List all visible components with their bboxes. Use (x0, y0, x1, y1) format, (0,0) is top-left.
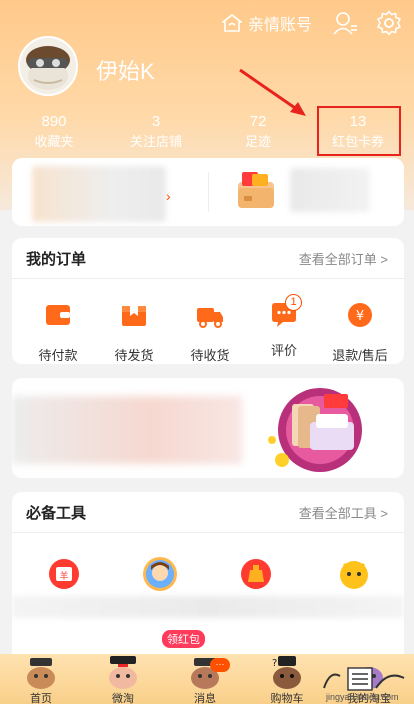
order-review[interactable]: 1 评价 (246, 294, 322, 359)
promo-card: › (12, 158, 404, 226)
gift-banner-image (268, 388, 362, 472)
order-refund[interactable]: ¥ 退款/售后 (322, 300, 398, 364)
orders-card: 我的订单 查看全部订单 > 待付款 待发货 待收货 1 评价 ¥ 退款/售后 (12, 238, 404, 364)
review-badge: 1 (285, 294, 302, 311)
stat-value: 3 (151, 113, 161, 130)
messages-badge: ··· (210, 658, 230, 672)
view-all-tools-link[interactable]: 查看全部工具 > (299, 503, 388, 522)
stat-favorites[interactable]: 890 收藏夹 (4, 112, 104, 152)
svg-text:?: ? (272, 658, 277, 669)
divider (12, 278, 404, 279)
divider (12, 532, 404, 533)
order-label: 评价 (270, 343, 297, 358)
blurred-promo-right[interactable] (290, 168, 370, 212)
avatar[interactable] (18, 36, 78, 96)
calendar-tool-icon[interactable]: 羊 (44, 554, 84, 594)
comment-icon-wrap: 1 (269, 294, 302, 330)
username[interactable]: 伊始K (96, 54, 155, 86)
banner-card[interactable] (12, 378, 404, 478)
tab-label: 微淘 (112, 693, 134, 704)
home-icon (222, 14, 242, 32)
red-packet-tag[interactable]: 领红包 (162, 630, 205, 648)
svg-text:¥: ¥ (356, 309, 364, 324)
svg-text:羊: 羊 (59, 570, 68, 582)
wallet-icon (46, 305, 70, 325)
family-account-label: 亲情账号 (248, 17, 313, 34)
tab-home[interactable]: 首页 (0, 654, 82, 704)
order-label: 待收货 (190, 348, 230, 363)
avatar-image (20, 38, 76, 94)
mascot-tool-icon[interactable] (334, 554, 374, 594)
order-label: 退款/售后 (332, 348, 388, 363)
tab-label: 购物车 (270, 693, 304, 704)
order-label: 待付款 (38, 348, 78, 363)
blurred-promo-left[interactable] (32, 166, 166, 222)
avatar-tool-icon[interactable] (140, 554, 180, 594)
order-pending-payment[interactable]: 待付款 (20, 300, 96, 364)
baidu-logo-icon (323, 667, 405, 691)
top-bar: 亲情账号 (0, 8, 414, 38)
package-icon (122, 306, 146, 326)
stat-label: 收藏夹 (34, 134, 74, 149)
weitao-mascot-icon (109, 656, 137, 689)
wallet-icon[interactable] (234, 170, 278, 212)
stat-footprints[interactable]: 72 足迹 (208, 112, 308, 152)
orders-title: 我的订单 (26, 251, 87, 268)
blurred-banner-text (12, 396, 242, 464)
chevron-right-icon: › (166, 188, 171, 204)
family-account-button[interactable]: 亲情账号 (222, 10, 312, 36)
baidu-watermark: jingyan.baidu.com (318, 664, 410, 702)
coupons-highlight-box (317, 106, 401, 156)
blurred-tool-labels (12, 596, 404, 618)
money-bag-tool-icon[interactable] (236, 554, 276, 594)
stat-label: 足迹 (244, 134, 271, 149)
stat-value: 890 (41, 113, 67, 130)
watermark-text: jingyan.baidu.com (326, 692, 399, 702)
order-label: 待发货 (114, 348, 154, 363)
gear-icon[interactable] (376, 10, 402, 36)
tab-label: 首页 (30, 693, 52, 704)
view-all-orders-link[interactable]: 查看全部订单 > (299, 249, 388, 268)
tools-card: 必备工具 查看全部工具 > 羊 领红包 (12, 492, 404, 662)
refund-icon: ¥ (348, 303, 372, 327)
user-icon[interactable] (332, 10, 358, 36)
tab-messages[interactable]: ··· 消息 (164, 654, 246, 704)
order-to-ship[interactable]: 待发货 (96, 300, 172, 364)
tab-label: 消息 (194, 693, 216, 704)
stat-followed-shops[interactable]: 3 关注店铺 (106, 112, 206, 152)
cart-mascot-icon: ? (272, 656, 301, 689)
truck-icon (197, 308, 223, 328)
divider (208, 172, 209, 212)
tab-cart[interactable]: ? 购物车 (246, 654, 328, 704)
order-to-receive[interactable]: 待收货 (172, 300, 248, 364)
tab-weitao[interactable]: 微淘 (82, 654, 164, 704)
stat-label: 关注店铺 (129, 134, 182, 149)
stat-value: 72 (249, 113, 267, 130)
home-mascot-icon (27, 658, 55, 689)
tools-title: 必备工具 (26, 505, 87, 522)
